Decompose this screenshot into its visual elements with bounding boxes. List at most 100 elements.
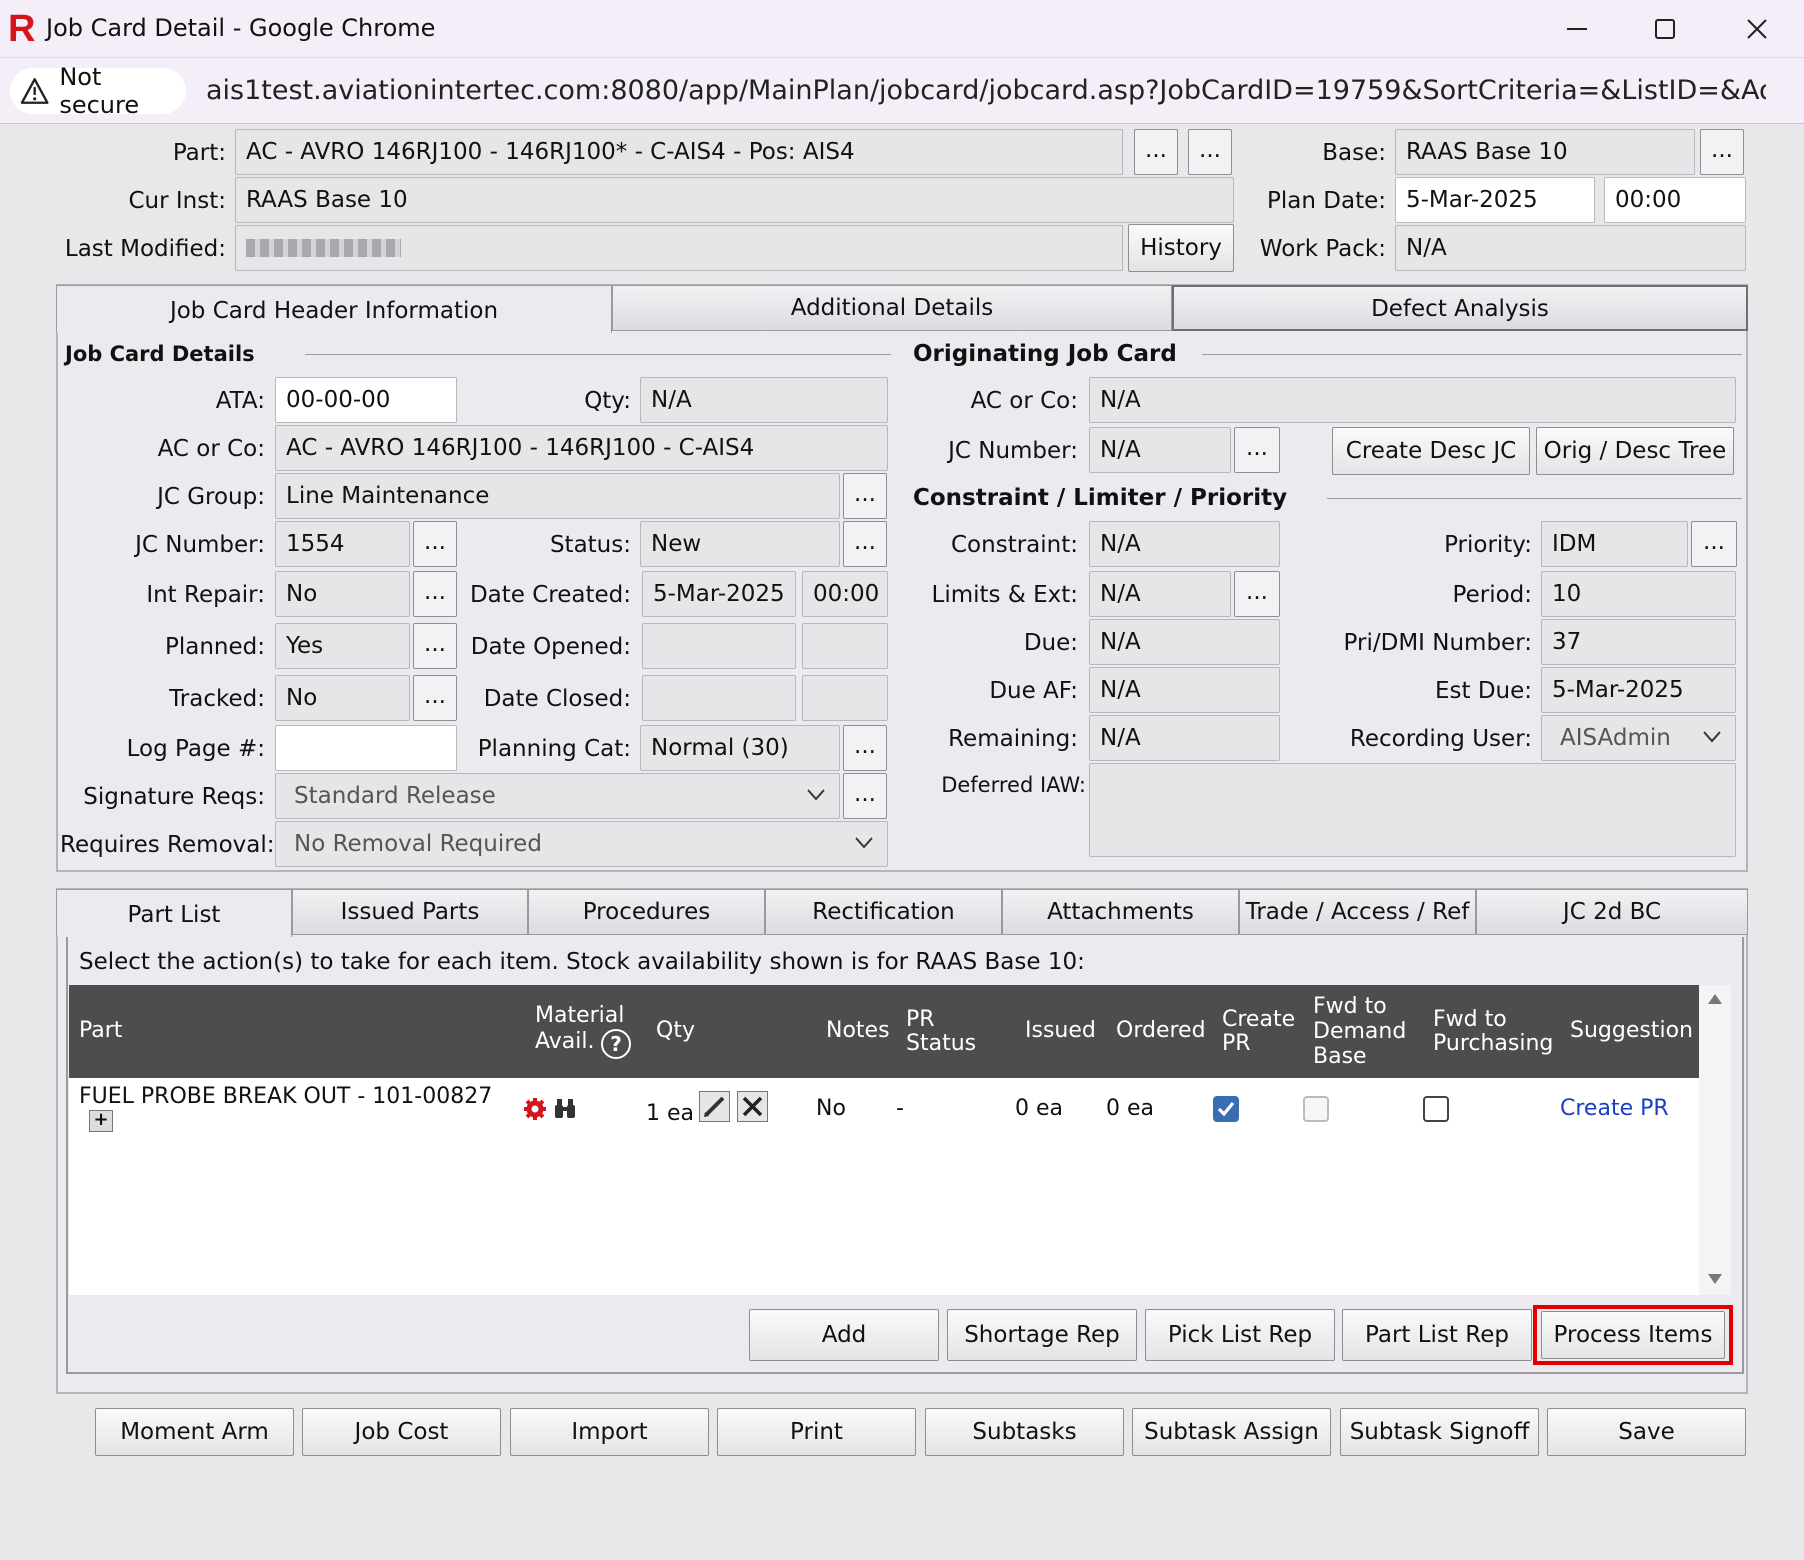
jc-group-field: Line Maintenance <box>275 473 840 519</box>
remove-row-button[interactable] <box>737 1091 768 1122</box>
row-notes: No <box>816 1096 846 1121</box>
tab-issued-parts[interactable]: Issued Parts <box>292 889 528 935</box>
plan-date-label: Plan Date: <box>1267 188 1386 214</box>
subtask-assign-button[interactable]: Subtask Assign <box>1132 1408 1331 1456</box>
orig-jc-lookup-button[interactable]: ... <box>1234 427 1280 473</box>
signature-reqs-select[interactable]: Standard Release <box>275 773 840 819</box>
security-chip[interactable]: Not secure <box>10 63 186 119</box>
process-items-button[interactable]: Process Items <box>1541 1311 1725 1359</box>
tab-defect-analysis[interactable]: Defect Analysis <box>1172 285 1748 331</box>
create-pr-link[interactable]: Create PR <box>1560 1097 1669 1121</box>
date-opened-label: Date Opened: <box>470 634 631 660</box>
add-button[interactable]: Add <box>749 1309 939 1361</box>
orig-ac-or-co-label: AC or Co: <box>970 388 1078 414</box>
qty-field: N/A <box>640 377 888 423</box>
jc-number-lookup-button[interactable]: ... <box>413 521 457 567</box>
blurred-value <box>246 239 401 257</box>
import-button[interactable]: Import <box>510 1408 709 1456</box>
tab-header-info[interactable]: Job Card Header Information <box>56 285 612 333</box>
remaining-label: Remaining: <box>948 726 1078 752</box>
part-lookup-button[interactable]: ... <box>1134 129 1178 175</box>
requires-removal-select[interactable]: No Removal Required <box>275 821 888 867</box>
pri-dmi-field: 37 <box>1541 619 1736 665</box>
plan-date-input[interactable]: 5-Mar-2025 <box>1395 177 1595 223</box>
binoculars-icon[interactable] <box>553 1097 577 1119</box>
recording-user-select[interactable]: AISAdmin <box>1541 715 1736 761</box>
moment-arm-button[interactable]: Moment Arm <box>95 1408 294 1456</box>
col-fwd-demand-1: Fwd to <box>1313 994 1387 1019</box>
planning-cat-label: Planning Cat: <box>477 736 631 762</box>
tab-attachments[interactable]: Attachments <box>1002 889 1239 935</box>
part-lookup-button-2[interactable]: ... <box>1188 129 1232 175</box>
date-created-time-field: 00:00 <box>802 571 888 617</box>
help-icon[interactable]: ? <box>601 1029 631 1059</box>
minimize-button[interactable] <box>1540 6 1614 52</box>
work-pack-label: Work Pack: <box>1259 236 1386 262</box>
part-list-rep-button[interactable]: Part List Rep <box>1342 1309 1532 1361</box>
signature-reqs-lookup-button[interactable]: ... <box>843 773 887 819</box>
col-material-avail-1: Material <box>535 1003 625 1028</box>
window-title: Job Card Detail - Google Chrome <box>46 14 436 42</box>
orig-jc-number-label: JC Number: <box>948 438 1078 464</box>
subtask-signoff-button[interactable]: Subtask Signoff <box>1340 1408 1539 1456</box>
status-label: Status: <box>549 532 631 558</box>
tab-trade-access-ref[interactable]: Trade / Access / Ref <box>1239 889 1476 935</box>
edit-qty-button[interactable] <box>699 1091 730 1122</box>
tab-procedures[interactable]: Procedures <box>528 889 765 935</box>
delete-icon <box>742 1096 763 1117</box>
expand-row-icon[interactable]: + <box>89 1110 113 1132</box>
scroll-down-icon[interactable] <box>1707 1273 1723 1285</box>
part-field: AC - AVRO 146RJ100 - 146RJ100* - C-AIS4 … <box>235 129 1123 175</box>
planning-cat-lookup-button[interactable]: ... <box>843 725 887 771</box>
pri-dmi-label: Pri/DMI Number: <box>1343 630 1532 656</box>
tab-part-list[interactable]: Part List <box>56 889 292 937</box>
tab-rectification[interactable]: Rectification <box>765 889 1002 935</box>
log-page-input[interactable] <box>275 725 457 771</box>
due-af-label: Due AF: <box>989 678 1078 704</box>
create-desc-jc-button[interactable]: Create Desc JC <box>1332 427 1530 475</box>
est-due-label: Est Due: <box>1434 678 1532 704</box>
checkmark-icon <box>1217 1101 1235 1117</box>
print-button[interactable]: Print <box>717 1408 916 1456</box>
row-ordered: 0 ea <box>1106 1096 1155 1121</box>
jc-group-lookup-button[interactable]: ... <box>843 473 887 519</box>
last-modified-field <box>235 225 1123 271</box>
create-pr-checkbox[interactable] <box>1213 1096 1239 1122</box>
job-cost-button[interactable]: Job Cost <box>302 1408 501 1456</box>
ac-or-co-field: AC - AVRO 146RJ100 - 146RJ100 - C-AIS4 <box>275 425 888 471</box>
scroll-up-icon[interactable] <box>1707 993 1723 1005</box>
maximize-button[interactable] <box>1628 6 1702 52</box>
close-window-button[interactable] <box>1720 6 1794 52</box>
shortage-rep-button[interactable]: Shortage Rep <box>947 1309 1137 1361</box>
warning-icon <box>20 78 49 104</box>
plan-time-input[interactable]: 00:00 <box>1604 177 1746 223</box>
cur-inst-label: Cur Inst: <box>128 188 226 214</box>
fwd-purchasing-checkbox[interactable] <box>1423 1096 1449 1122</box>
save-button[interactable]: Save <box>1547 1408 1746 1456</box>
pick-list-rep-button[interactable]: Pick List Rep <box>1145 1309 1335 1361</box>
jc-number-label: JC Number: <box>135 532 265 558</box>
maximize-icon <box>1655 19 1675 39</box>
priority-lookup-button[interactable]: ... <box>1691 521 1737 567</box>
pencil-icon <box>704 1096 725 1117</box>
orig-ac-or-co-field: N/A <box>1089 377 1736 423</box>
tab-jc-2d-bc[interactable]: JC 2d BC <box>1476 889 1748 935</box>
fwd-demand-checkbox[interactable] <box>1303 1096 1329 1122</box>
base-lookup-button[interactable]: ... <box>1700 129 1744 175</box>
ata-input[interactable]: 00-00-00 <box>275 377 457 423</box>
base-field: RAAS Base 10 <box>1395 129 1695 175</box>
base-label: Base: <box>1322 140 1386 166</box>
grid-scrollbar[interactable] <box>1699 985 1731 1295</box>
remaining-field: N/A <box>1089 715 1280 761</box>
originating-title: Originating Job Card <box>913 341 1177 367</box>
limits-lookup-button[interactable]: ... <box>1234 571 1280 617</box>
col-fwd-purch-1: Fwd to <box>1433 1007 1507 1032</box>
tab-additional-details[interactable]: Additional Details <box>612 285 1172 331</box>
orig-desc-tree-button[interactable]: Orig / Desc Tree <box>1536 427 1734 475</box>
gear-icon[interactable] <box>523 1097 547 1121</box>
job-card-details-title: Job Card Details <box>65 342 255 366</box>
history-button[interactable]: History <box>1128 224 1234 272</box>
subtasks-button[interactable]: Subtasks <box>925 1408 1124 1456</box>
url-text[interactable]: ais1test.aviationintertec.com:8080/app/M… <box>206 75 1766 106</box>
status-lookup-button[interactable]: ... <box>843 521 887 567</box>
